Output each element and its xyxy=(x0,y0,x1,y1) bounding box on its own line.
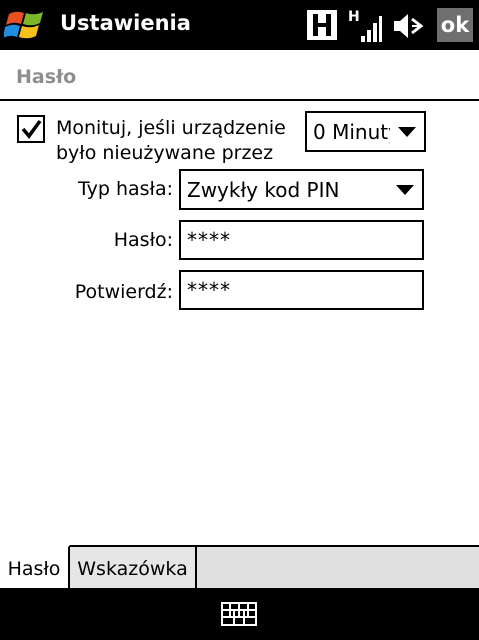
prompt-checkbox[interactable] xyxy=(17,115,45,143)
heading-divider xyxy=(0,99,479,101)
idle-time-value: 0 Minuty xyxy=(313,119,400,144)
title-bar: Ustawienia H ok xyxy=(0,0,479,50)
password-type-label: Typ hasła: xyxy=(77,178,173,200)
start-button[interactable] xyxy=(3,5,48,45)
confirm-label: Potwierdź: xyxy=(74,281,173,303)
menu-bar xyxy=(0,588,479,640)
page-title: Hasło xyxy=(16,66,77,88)
ok-button[interactable]: ok xyxy=(437,8,473,42)
windows-flag-icon xyxy=(3,11,43,39)
idle-time-dropdown[interactable]: 0 Minuty xyxy=(305,111,426,152)
signal-strength-icon[interactable]: H xyxy=(348,8,382,44)
confirm-password-field[interactable]: **** xyxy=(179,270,424,310)
speaker-muted-icon[interactable] xyxy=(392,10,424,42)
settings-screen: Ustawienia H ok Hasło Monituj, jeśli urz… xyxy=(0,0,479,640)
chevron-down-icon xyxy=(390,113,424,150)
password-label: Hasło: xyxy=(113,229,173,251)
password-type-dropdown[interactable]: Zwykły kod PIN xyxy=(179,169,424,210)
app-title: Ustawienia xyxy=(60,11,191,35)
password-value: **** xyxy=(187,228,231,252)
password-field[interactable]: **** xyxy=(179,220,424,260)
confirm-value: **** xyxy=(187,278,231,302)
password-type-value: Zwykły kod PIN xyxy=(187,177,340,202)
tab-password[interactable]: Hasło xyxy=(0,545,70,590)
keyboard-icon[interactable] xyxy=(221,601,257,627)
h-network-icon[interactable] xyxy=(307,10,337,40)
prompt-label[interactable]: Monituj, jeśli urządzenie było nieużywan… xyxy=(56,116,301,166)
tab-strip: Hasło Wskazówka xyxy=(0,545,479,590)
svg-text:H: H xyxy=(348,9,360,25)
tab-hint[interactable]: Wskazówka xyxy=(70,545,197,590)
checkmark-icon xyxy=(21,119,42,139)
chevron-down-icon xyxy=(388,171,422,208)
